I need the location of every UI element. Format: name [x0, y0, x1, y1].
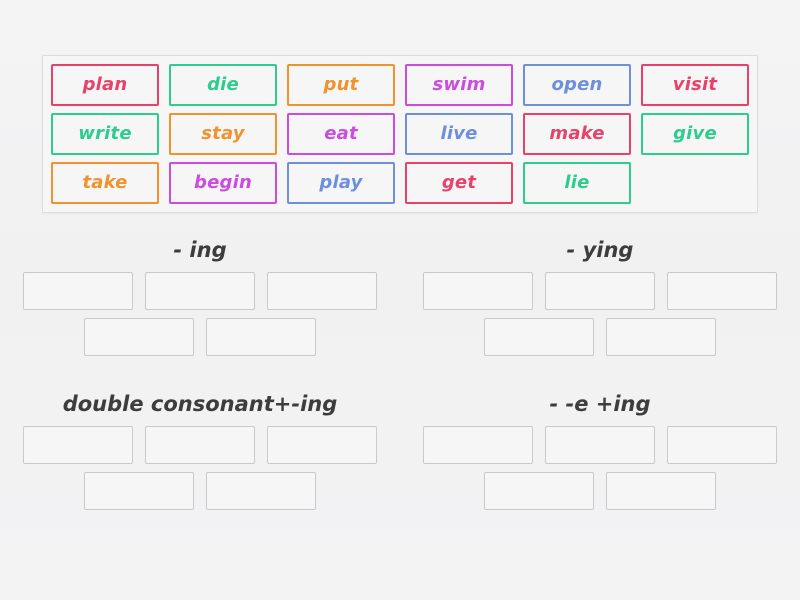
word-tile-label: lie — [564, 172, 590, 193]
drop-slot[interactable] — [484, 318, 594, 356]
word-tile-label: put — [323, 74, 359, 95]
slot-line — [484, 318, 716, 356]
category-title: - -e +ing — [549, 392, 651, 416]
word-tile-label: stay — [201, 123, 245, 144]
category-title: double consonant+-ing — [62, 392, 338, 416]
drop-slot[interactable] — [667, 272, 777, 310]
drop-slot[interactable] — [145, 426, 255, 464]
drop-slot[interactable] — [545, 272, 655, 310]
category-row-bottom: double consonant+-ing - -e +ing — [0, 382, 800, 510]
category-row-spacer — [0, 356, 800, 382]
slot-line — [23, 426, 377, 464]
word-tile[interactable]: begin — [169, 162, 277, 204]
drop-slot[interactable] — [206, 318, 316, 356]
word-tile[interactable]: lie — [523, 162, 631, 204]
word-tile-label: make — [549, 123, 605, 144]
category-title: - ying — [566, 238, 634, 262]
word-tile-label: live — [440, 123, 478, 144]
categories-area: - ing - ying double consonant+-ing - -e … — [0, 228, 800, 510]
category-slots — [400, 272, 800, 356]
word-tile[interactable]: give — [641, 113, 749, 155]
category-row-top: - ing - ying — [0, 228, 800, 356]
word-tile[interactable]: stay — [169, 113, 277, 155]
drop-slot[interactable] — [423, 426, 533, 464]
word-tile-label: begin — [194, 172, 252, 193]
word-tile-label: write — [78, 123, 132, 144]
word-tile[interactable]: make — [523, 113, 631, 155]
drop-slot[interactable] — [667, 426, 777, 464]
drop-slot[interactable] — [484, 472, 594, 510]
word-tile[interactable]: visit — [641, 64, 749, 106]
drop-slot[interactable] — [145, 272, 255, 310]
word-tile[interactable]: play — [287, 162, 395, 204]
word-tile[interactable]: open — [523, 64, 631, 106]
slot-line — [84, 318, 316, 356]
drop-slot[interactable] — [423, 272, 533, 310]
slot-line — [84, 472, 316, 510]
category-double-consonant-ing: double consonant+-ing — [0, 382, 400, 510]
word-tile[interactable]: get — [405, 162, 513, 204]
word-tile[interactable]: die — [169, 64, 277, 106]
category-slots — [0, 272, 400, 356]
drop-slot[interactable] — [606, 472, 716, 510]
drop-slot[interactable] — [23, 272, 133, 310]
word-tile[interactable]: write — [51, 113, 159, 155]
word-tile-label: get — [441, 172, 477, 193]
word-tile-label: die — [207, 74, 239, 95]
word-bank-grid: plan die put swim open visit write stay … — [51, 64, 749, 204]
drop-slot[interactable] — [23, 426, 133, 464]
word-tile[interactable]: take — [51, 162, 159, 204]
word-tile[interactable]: eat — [287, 113, 395, 155]
drop-slot[interactable] — [267, 426, 377, 464]
drop-slot[interactable] — [84, 318, 194, 356]
slot-line — [423, 272, 777, 310]
slot-line — [23, 272, 377, 310]
word-tile-label: plan — [82, 74, 128, 95]
word-tile-label: visit — [672, 74, 718, 95]
word-tile-label: swim — [432, 74, 486, 95]
word-tile-label: play — [319, 172, 363, 193]
word-tile-label: open — [551, 74, 603, 95]
drop-slot[interactable] — [606, 318, 716, 356]
word-bank-panel: plan die put swim open visit write stay … — [42, 55, 758, 213]
category-ying: - ying — [400, 228, 800, 356]
drop-slot[interactable] — [206, 472, 316, 510]
word-tile[interactable]: plan — [51, 64, 159, 106]
category-slots — [400, 426, 800, 510]
word-tile-label: give — [673, 123, 717, 144]
slot-line — [423, 426, 777, 464]
word-tile[interactable]: put — [287, 64, 395, 106]
word-tile-label: take — [82, 172, 128, 193]
category-ing: - ing — [0, 228, 400, 356]
drop-slot[interactable] — [545, 426, 655, 464]
drop-slot[interactable] — [267, 272, 377, 310]
category-drop-e-add-ing: - -e +ing — [400, 382, 800, 510]
category-slots — [0, 426, 400, 510]
word-tile-label: eat — [324, 123, 358, 144]
word-tile[interactable]: live — [405, 113, 513, 155]
drop-slot[interactable] — [84, 472, 194, 510]
category-title: - ing — [173, 238, 227, 262]
word-tile[interactable]: swim — [405, 64, 513, 106]
slot-line — [484, 472, 716, 510]
